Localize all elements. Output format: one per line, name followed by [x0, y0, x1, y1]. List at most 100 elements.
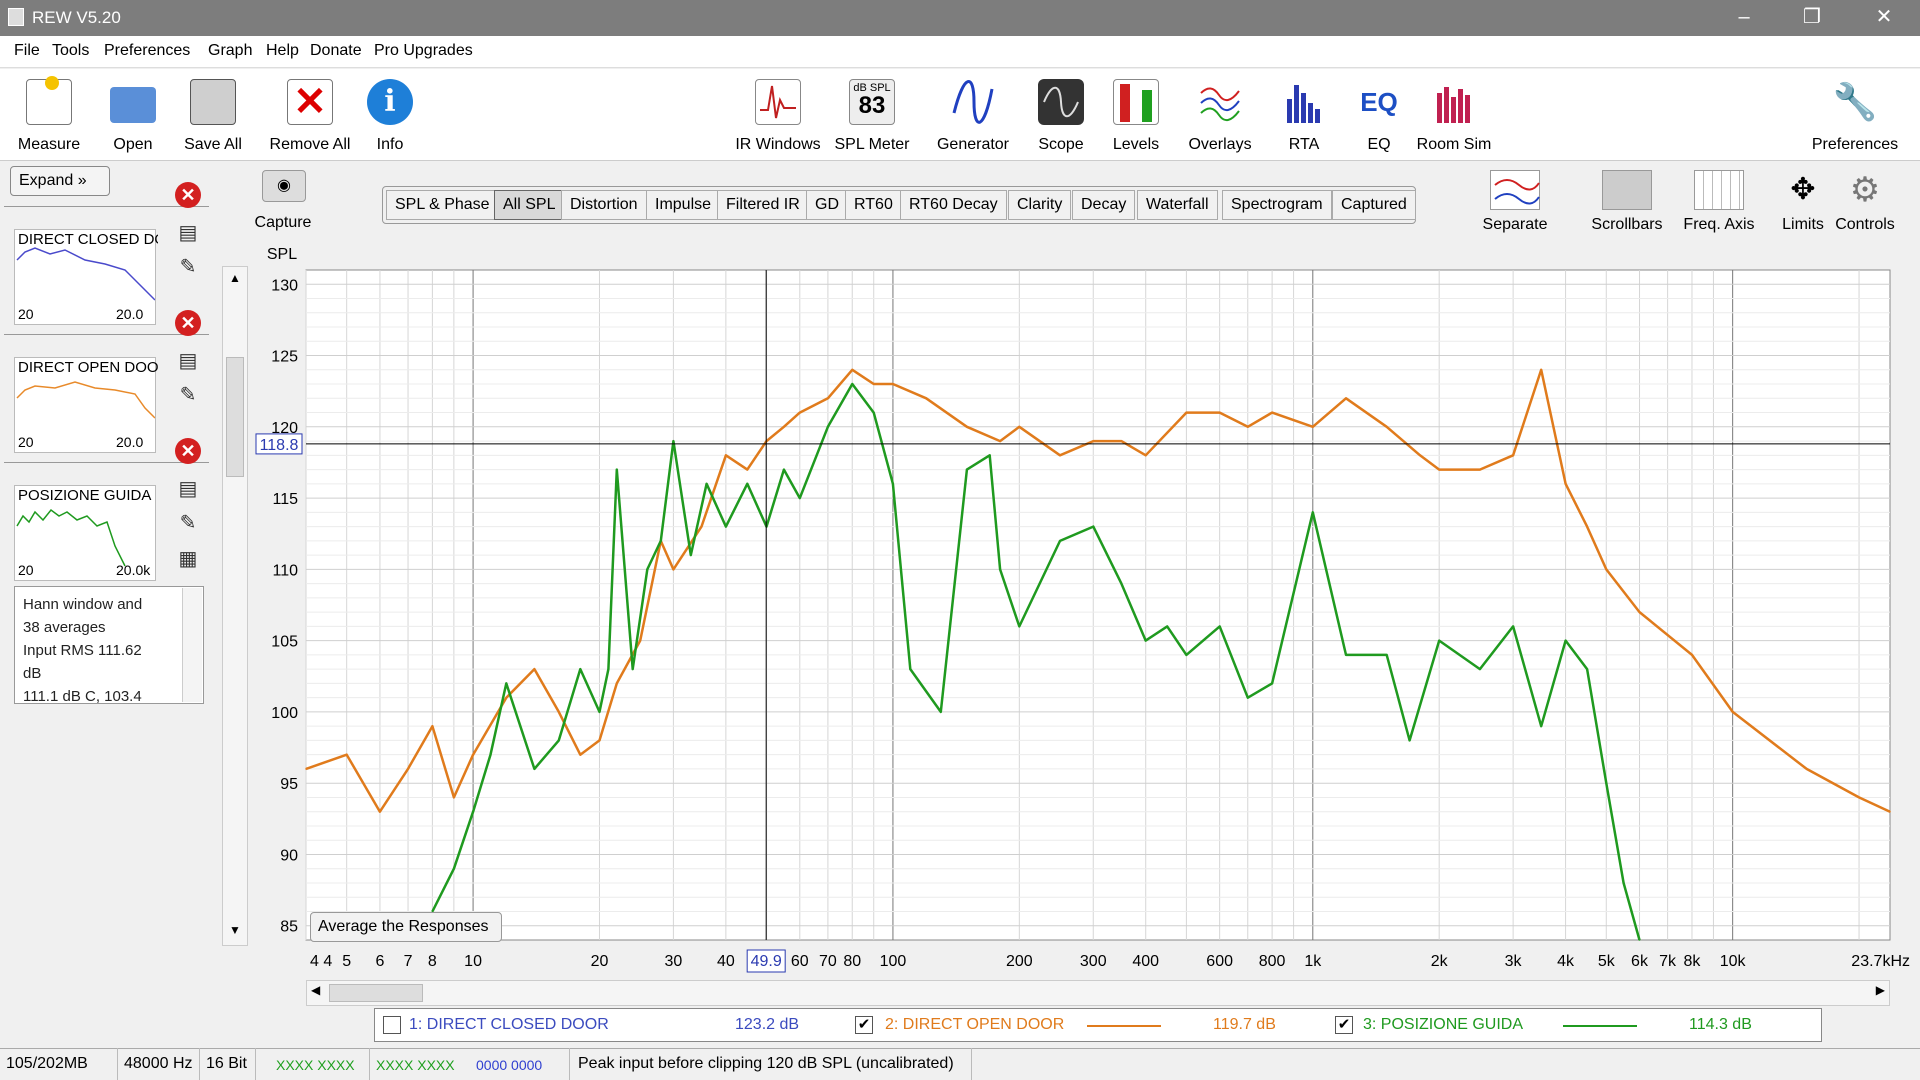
x-tick-label: 70 [819, 953, 837, 970]
series-point [1271, 411, 1273, 414]
series-point [1479, 668, 1481, 670]
main-toolbar: Measure Open Save All ✕ Remove All i Inf… [0, 69, 1920, 161]
series-point [925, 397, 927, 400]
series-point [1605, 782, 1608, 784]
x-tick-label: 600 [1206, 953, 1233, 970]
menu-file[interactable]: File [14, 42, 40, 60]
y-tick-label: 85 [280, 919, 298, 936]
series-point [1438, 639, 1440, 642]
horizontal-scroll-thumb[interactable] [329, 984, 423, 1002]
legend-value-2: 119.7 dB [1213, 1016, 1276, 1033]
status-message: Peak input before clipping 120 dB SPL (u… [572, 1048, 972, 1080]
x-tick-label: 2k [1431, 953, 1449, 970]
series-point [851, 368, 854, 371]
x-tick-label: 5k [1598, 953, 1616, 970]
tab-impulse[interactable]: Impulse [646, 190, 721, 220]
remove-measurement-1-icon[interactable]: ✕ [175, 182, 201, 208]
separate-button[interactable]: Separate [1460, 166, 1570, 246]
legend-checkbox-3[interactable]: ✔ [1335, 1016, 1353, 1034]
remove-all-icon: ✕ [287, 79, 333, 125]
scrollbars-icon [1602, 170, 1652, 210]
x-tick-label: 100 [880, 953, 907, 970]
tab-spl-phase[interactable]: SPL & Phase [386, 190, 499, 220]
series-point [1638, 939, 1641, 941]
status-sample-rate: 48000 Hz [118, 1048, 200, 1080]
generator-icon [950, 79, 996, 125]
preferences-button[interactable]: 🔧 Preferences [1810, 73, 1900, 157]
series-point [631, 668, 634, 670]
series-point [672, 568, 675, 571]
menu-help[interactable]: Help [266, 42, 299, 60]
series-point [892, 483, 894, 485]
tab-clarity[interactable]: Clarity [1008, 190, 1072, 220]
y-tick-label: 95 [280, 776, 298, 793]
series-point [872, 411, 875, 414]
y-tick-label: 125 [271, 349, 298, 366]
room-sim-button[interactable]: Room Sim [1409, 73, 1499, 157]
status-memory: 105/202MB [0, 1048, 118, 1080]
y-axis-label: SPL [267, 246, 297, 263]
series-point [1059, 454, 1061, 457]
expand-button[interactable]: Expand » [10, 166, 110, 196]
legend-value-1: 123.2 dB [735, 1016, 800, 1033]
scroll-left-icon[interactable]: ◀ [311, 983, 320, 997]
info-button[interactable]: i Info [345, 73, 435, 157]
tab-rt60[interactable]: RT60 [845, 190, 902, 220]
window-title: REW V5.20 [32, 8, 121, 27]
tab-decay[interactable]: Decay [1072, 190, 1136, 220]
tab-all-spl[interactable]: All SPL [494, 190, 565, 220]
series-point [1385, 654, 1388, 656]
legend-checkbox-1[interactable] [383, 1016, 401, 1034]
tab-filtered-ir[interactable]: Filtered IR [717, 190, 809, 220]
scroll-right-icon[interactable]: ▶ [1876, 983, 1885, 997]
series-point [1246, 426, 1249, 428]
restore-button[interactable]: ❐ [1784, 0, 1840, 36]
x-tick-label: 60 [791, 953, 809, 970]
series-point [1092, 440, 1095, 442]
series-point [725, 525, 727, 528]
minimize-button[interactable]: – [1716, 0, 1772, 36]
series-point [453, 867, 455, 870]
series-point [1271, 682, 1273, 685]
x-tick-label: 3k [1505, 953, 1523, 970]
x-tick-label: 8k [1684, 953, 1702, 970]
series-point [988, 454, 991, 457]
series-point [725, 454, 727, 457]
tab-spectrogram[interactable]: Spectrogram [1222, 190, 1332, 220]
menu-bar: File Tools Preferences Graph Help Donate… [0, 36, 1920, 68]
spl-meter-button[interactable]: dB SPL 83 SPL Meter [827, 73, 917, 157]
average-responses-button[interactable]: Average the Responses [310, 912, 502, 942]
menu-donate[interactable]: Donate [310, 42, 362, 60]
controls-button[interactable]: ⚙ Controls [1810, 166, 1920, 246]
horizontal-scrollbar[interactable]: ◀ ▶ [306, 980, 1890, 1006]
tab-rt60-decay[interactable]: RT60 Decay [900, 190, 1007, 220]
tab-waterfall[interactable]: Waterfall [1137, 190, 1218, 220]
close-button[interactable]: ✕ [1856, 0, 1912, 36]
series-point [1018, 625, 1021, 628]
ir-windows-icon [755, 79, 801, 125]
scope-icon [1038, 79, 1084, 125]
folder-icon [110, 87, 156, 123]
x-tick-label: 6k [1631, 953, 1649, 970]
series-point [505, 696, 508, 699]
tab-gd[interactable]: GD [806, 190, 848, 220]
wrench-icon: 🔧 [1832, 81, 1878, 122]
tab-distortion[interactable]: Distortion [561, 190, 647, 220]
series-point [700, 525, 703, 528]
menu-graph[interactable]: Graph [208, 42, 252, 60]
legend-bar: 1: DIRECT CLOSED DOOR 123.2 dB ✔ 2: DIRE… [374, 1008, 1822, 1042]
spl-chart[interactable]: 118.849.9 8590951001051101151201251304 4… [0, 240, 1920, 980]
x-tick-label: 40 [717, 953, 735, 970]
series-point [783, 426, 785, 428]
series-point [1622, 882, 1625, 884]
tab-captured[interactable]: Captured [1332, 190, 1416, 220]
menu-preferences[interactable]: Preferences [104, 42, 190, 60]
legend-swatch-3 [1563, 1025, 1637, 1027]
levels-icon [1113, 79, 1159, 125]
menu-pro-upgrades[interactable]: Pro Upgrades [374, 42, 473, 60]
legend-checkbox-2[interactable]: ✔ [855, 1016, 873, 1034]
plot-area [305, 269, 1891, 941]
menu-tools[interactable]: Tools [52, 42, 89, 60]
capture-button[interactable]: ◉ Capture [228, 166, 338, 246]
series-point [909, 668, 912, 670]
